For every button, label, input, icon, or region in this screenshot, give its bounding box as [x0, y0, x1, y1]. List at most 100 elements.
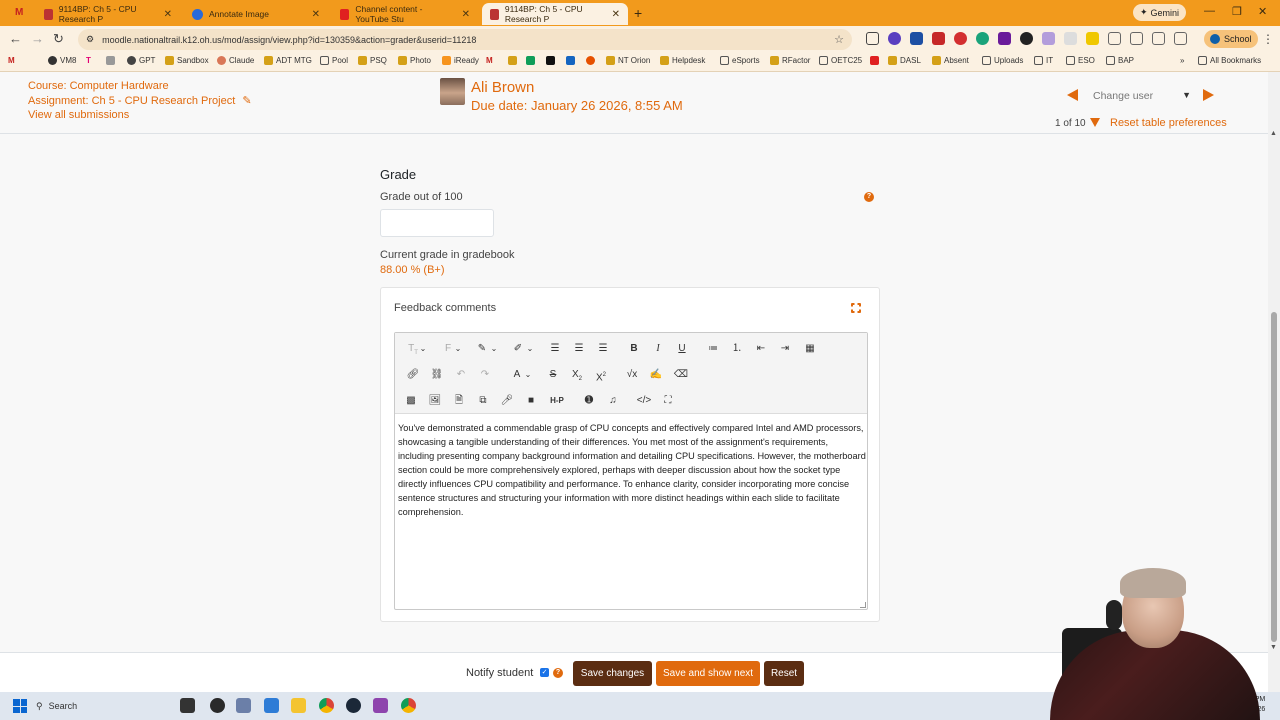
browser-tab-3[interactable]: Channel content - YouTube Stu ✕: [332, 3, 478, 25]
help-icon[interactable]: ?: [864, 192, 874, 202]
microphone-icon[interactable]: 🎤︎: [498, 393, 516, 409]
app-icon[interactable]: [210, 698, 225, 713]
extension-icon[interactable]: [1042, 32, 1055, 45]
bookmark-folder[interactable]: eSports: [720, 56, 760, 65]
redo-icon[interactable]: ↷: [476, 367, 494, 383]
forward-icon[interactable]: →: [31, 31, 44, 46]
numbered-list-icon[interactable]: ⒈: [728, 341, 746, 357]
resize-handle-icon[interactable]: [860, 602, 866, 608]
table-icon[interactable]: ▦: [801, 341, 819, 357]
browser-tab-1[interactable]: 9114BP: Ch 5 - CPU Research P ✕: [36, 3, 180, 25]
link-icon[interactable]: 🔗︎: [404, 367, 422, 383]
edit-icon[interactable]: ✍: [647, 367, 665, 383]
scroll-up-icon[interactable]: ▲: [1270, 130, 1277, 137]
video-camera-icon[interactable]: ■: [522, 393, 540, 409]
file-explorer-icon[interactable]: [291, 698, 306, 713]
taskview-icon[interactable]: [180, 698, 195, 713]
bookmark-item[interactable]: ADT MTG: [264, 56, 312, 65]
bookmark-folder[interactable]: IT: [1034, 56, 1053, 65]
media-icon[interactable]: ▩: [402, 393, 420, 409]
extension-icon[interactable]: [1130, 32, 1143, 45]
extension-icon[interactable]: [998, 32, 1011, 45]
browser-tab-2[interactable]: Annotate Image ✕: [184, 3, 328, 25]
taskbar-search[interactable]: ⚲ Search: [36, 697, 166, 715]
extension-icon[interactable]: [1086, 32, 1099, 45]
h5p-icon[interactable]: H-P: [547, 393, 567, 409]
grade-input[interactable]: [380, 209, 494, 237]
minimize-icon[interactable]: —: [1204, 5, 1215, 17]
browser-menu-icon[interactable]: ⋮: [1262, 32, 1274, 46]
expand-icon[interactable]: [851, 303, 861, 313]
reload-icon[interactable]: ↻: [53, 31, 64, 47]
extension-icon[interactable]: [932, 32, 945, 45]
pencil-icon[interactable]: ✎: [242, 95, 251, 107]
bold-icon[interactable]: B: [625, 341, 643, 357]
chrome-icon[interactable]: [401, 698, 416, 713]
indent-icon[interactable]: ⇥: [776, 341, 794, 357]
bookmark-item[interactable]: PSQ: [358, 56, 387, 65]
extension-icon[interactable]: [910, 32, 923, 45]
bookmark-item[interactable]: VM8: [48, 56, 76, 65]
manage-files-icon[interactable]: ⧉: [474, 393, 492, 409]
bookmark-item[interactable]: Claude: [217, 56, 254, 65]
outdent-icon[interactable]: ⇤: [752, 341, 770, 357]
gemini-button[interactable]: ✦ Gemini: [1133, 4, 1187, 21]
bookmark-item[interactable]: NT Orion: [606, 56, 650, 65]
bookmark-folder[interactable]: Pool: [320, 56, 348, 65]
bookmark-folder[interactable]: ESO: [1066, 56, 1095, 65]
new-tab-button[interactable]: +: [634, 5, 642, 21]
bookmark-item[interactable]: GPT: [127, 56, 155, 65]
bullet-list-icon[interactable]: ≔: [704, 341, 722, 357]
bookmark-item[interactable]: iReady: [442, 56, 479, 65]
close-icon[interactable]: ✕: [462, 9, 470, 20]
file-icon[interactable]: 🗎: [450, 393, 468, 409]
save-and-show-next-button[interactable]: Save and show next: [656, 661, 760, 686]
extension-icon[interactable]: [1064, 32, 1077, 45]
html-code-icon[interactable]: </>: [635, 393, 653, 409]
bookmark-star-icon[interactable]: ☆: [834, 33, 844, 46]
chevron-down-icon[interactable]: ⌄: [485, 341, 503, 357]
save-changes-button[interactable]: Save changes: [573, 661, 652, 686]
app-icon[interactable]: [264, 698, 279, 713]
bookmark-item[interactable]: Absent: [932, 56, 969, 65]
align-right-icon[interactable]: ☰: [594, 341, 612, 357]
extension-icon[interactable]: [888, 32, 901, 45]
site-info-icon[interactable]: ⚙: [86, 34, 94, 45]
bookmark-item[interactable]: RFactor: [770, 56, 810, 65]
bookmark-item[interactable]: DASL: [888, 56, 921, 65]
view-all-submissions-link[interactable]: View all submissions: [28, 109, 252, 121]
bookmarks-overflow-icon[interactable]: »: [1180, 56, 1184, 65]
superscript-icon[interactable]: X2: [592, 367, 610, 383]
bookmark-item[interactable]: [870, 56, 879, 65]
chevron-down-icon[interactable]: ⌄: [519, 367, 537, 383]
bookmark-folder[interactable]: Uploads: [982, 56, 1023, 65]
equation-icon[interactable]: √x: [623, 367, 641, 383]
next-user-arrow-icon[interactable]: [1203, 89, 1214, 101]
windows-start-icon[interactable]: [13, 699, 27, 713]
back-icon[interactable]: ←: [9, 31, 22, 46]
italic-icon[interactable]: I: [649, 341, 667, 357]
bookmark-item[interactable]: [508, 56, 517, 65]
chrome-icon[interactable]: [319, 698, 334, 713]
close-icon[interactable]: ✕: [612, 9, 620, 20]
bookmark-folder[interactable]: BAP: [1106, 56, 1134, 65]
bookmark-item[interactable]: [106, 56, 115, 65]
student-name[interactable]: Ali Brown: [471, 79, 534, 96]
subscript-icon[interactable]: X2: [568, 367, 586, 383]
address-bar[interactable]: ⚙ moodle.nationaltrail.k12.oh.us/mod/ass…: [78, 29, 852, 50]
chevron-down-icon[interactable]: ⌄: [449, 341, 467, 357]
bookmark-icon[interactable]: M: [8, 56, 15, 65]
reset-table-preferences-link[interactable]: Reset table preferences: [1110, 117, 1227, 129]
current-grade-value[interactable]: 88.00 % (B+): [380, 264, 445, 276]
underline-icon[interactable]: U: [673, 341, 691, 357]
extension-icon[interactable]: [1108, 32, 1121, 45]
gmail-icon[interactable]: M: [15, 7, 23, 18]
extension-icon[interactable]: [954, 32, 967, 45]
notify-student-checkbox[interactable]: ✓: [540, 668, 549, 677]
bookmark-folder[interactable]: OETC25: [819, 56, 862, 65]
bookmark-item[interactable]: [586, 56, 595, 65]
course-link[interactable]: Course: Computer Hardware: [28, 80, 252, 92]
bookmark-item[interactable]: Photo: [398, 56, 431, 65]
bookmark-icon[interactable]: T: [86, 56, 91, 65]
strikethrough-icon[interactable]: S: [544, 367, 562, 383]
